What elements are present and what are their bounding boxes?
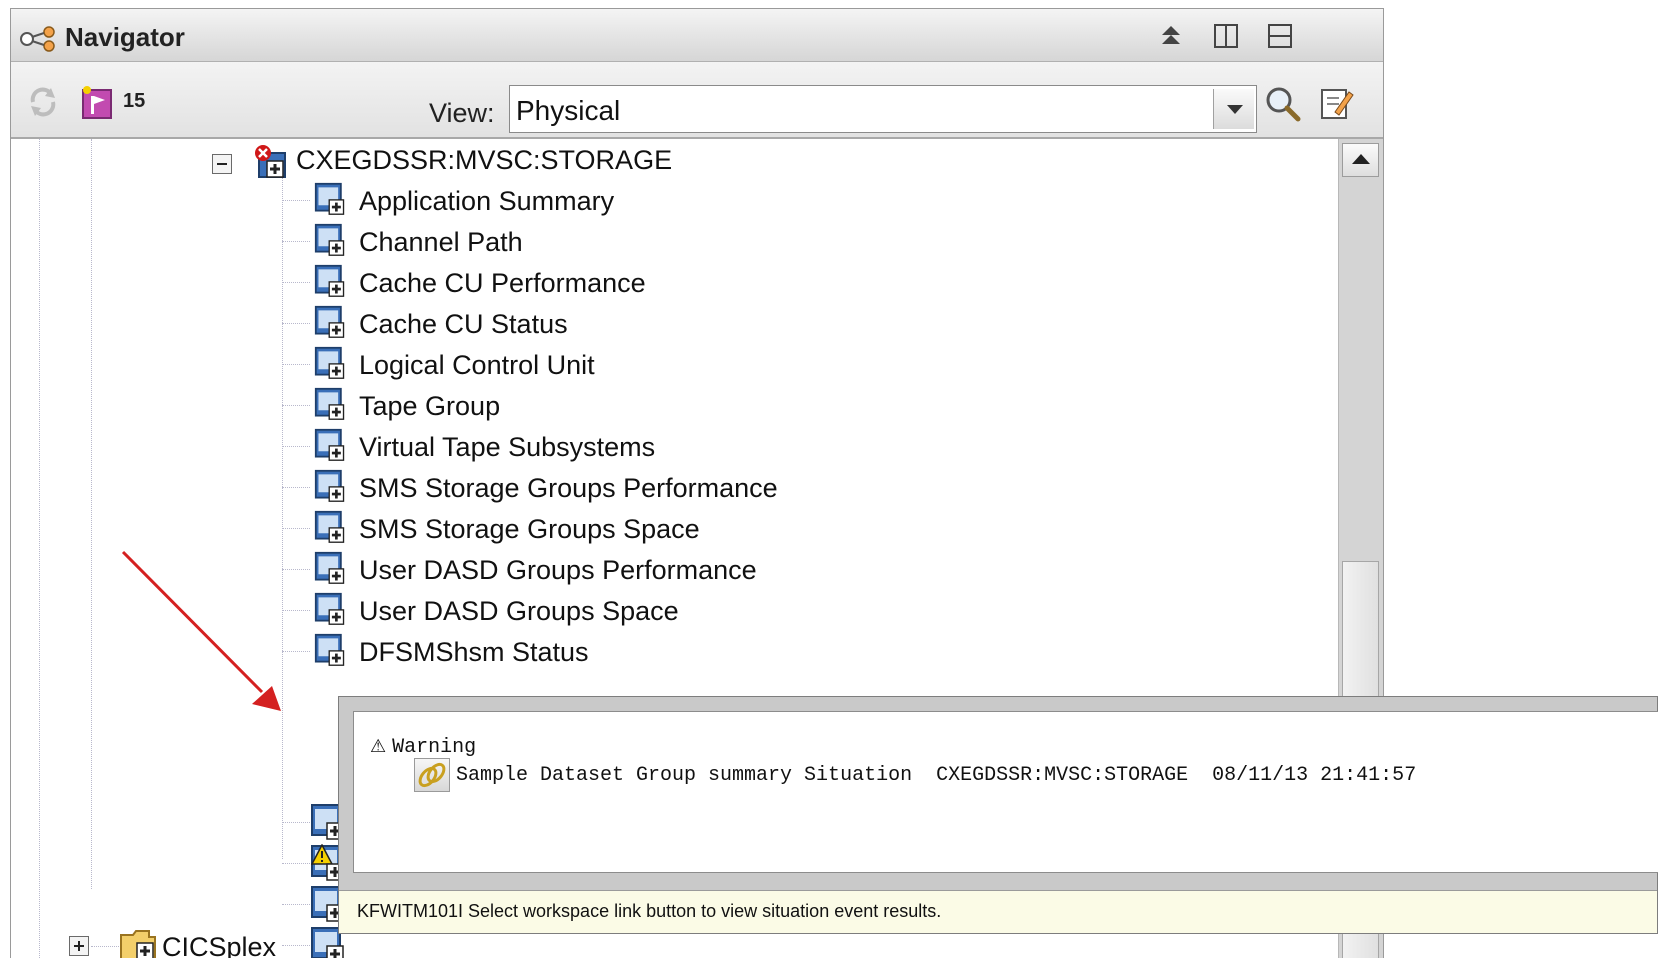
popup-status-bar: KFWITM101I Select workspace link button …	[339, 890, 1657, 933]
link-icon	[418, 762, 446, 788]
tree-node-label: User DASD Groups Performance	[359, 555, 757, 585]
scroll-up-button[interactable]	[1342, 143, 1379, 177]
view-label: View:	[429, 98, 495, 128]
view-select[interactable]: Physical	[509, 85, 1257, 133]
tree-node-label: Cache CU Performance	[359, 268, 646, 298]
tree-connector	[91, 946, 121, 947]
tree-node-label: User DASD Groups Space	[359, 596, 679, 626]
tree-node-label: CICSplex	[162, 932, 277, 958]
warning-heading: ⚠ Warning	[370, 736, 476, 759]
warning-icon: ⚠	[370, 738, 387, 758]
tree-node-label: SMS Storage Groups Performance	[359, 473, 778, 503]
maximize-icon[interactable]	[1156, 22, 1186, 50]
status-message: KFWITM101I Select workspace link button …	[357, 901, 942, 921]
tree-node-label: Virtual Tape Subsystems	[359, 432, 656, 462]
tree-node-label: Logical Control Unit	[359, 350, 595, 380]
situation-event-row[interactable]: Sample Dataset Group summary Situation C…	[456, 764, 1416, 787]
tree-connector	[282, 945, 310, 946]
red-annotation-arrow	[121, 550, 281, 711]
event-timestamp: 08/11/13 21:41:57	[1212, 764, 1417, 787]
tree-connector	[282, 863, 310, 864]
tree-node-label: SMS Storage Groups Space	[359, 514, 700, 544]
workspace-link-button[interactable]	[414, 758, 450, 792]
tree-node-label: Application Summary	[359, 186, 615, 216]
event-source: CXEGDSSR:MVSC:STORAGE	[936, 764, 1189, 787]
split-vertical-icon[interactable]	[1211, 22, 1241, 50]
tree-connector	[282, 822, 310, 823]
edit-icon[interactable]	[1317, 84, 1357, 124]
event-name: Sample Dataset Group summary Situation	[456, 764, 913, 787]
warning-label: Warning	[392, 736, 477, 759]
tree-node-label: Tape Group	[359, 391, 501, 421]
situation-event-popup: ⚠ Warning Sample Dataset Group summary Si…	[338, 696, 1658, 934]
tree-connector	[282, 904, 310, 905]
view-select-value: Physical	[516, 95, 621, 126]
split-horizontal-icon[interactable]	[1265, 22, 1295, 50]
chevron-down-icon[interactable]	[1213, 89, 1254, 129]
situation-event-list: ⚠ Warning Sample Dataset Group summary Si…	[353, 711, 1658, 873]
tree-node-label: Cache CU Status	[359, 309, 568, 339]
expand-toggle[interactable]	[69, 936, 89, 956]
tree-node-label: DFSMShsm Status	[359, 637, 589, 667]
tree-node-label: Channel Path	[359, 227, 523, 257]
search-icon[interactable]	[1263, 84, 1303, 124]
tree-node-label: CXEGDSSR:MVSC:STORAGE	[296, 145, 673, 175]
folder-icon	[120, 930, 156, 958]
